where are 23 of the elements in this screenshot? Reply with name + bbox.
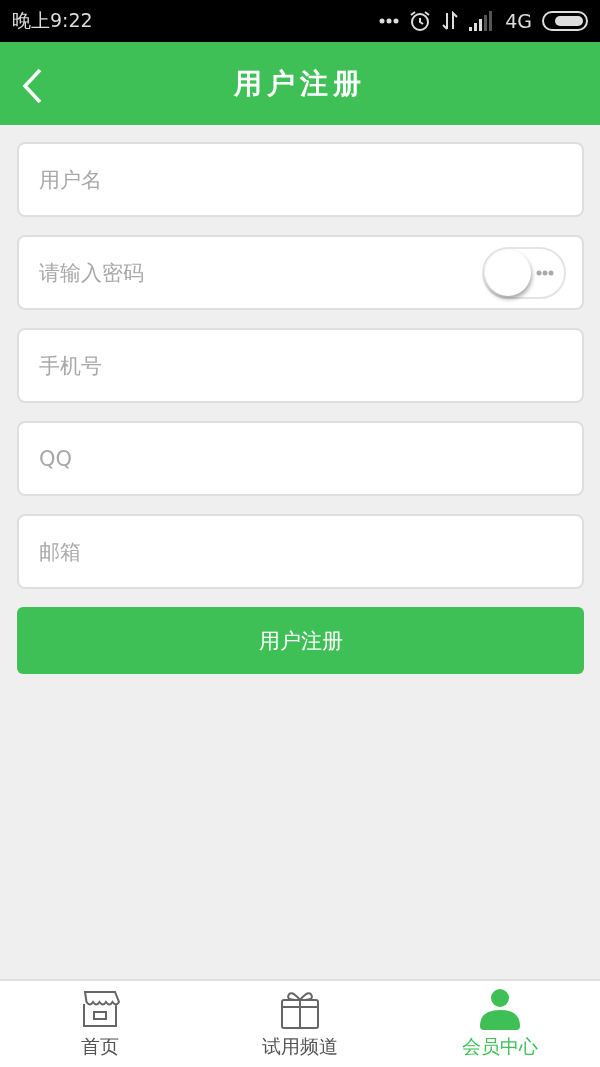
input-field[interactable]: QQ (17, 421, 584, 496)
user-icon (478, 988, 522, 1030)
input-field[interactable]: 请输入密码 (17, 235, 584, 310)
back-icon (22, 68, 42, 104)
input-field[interactable]: 手机号 (17, 328, 584, 403)
battery-icon (542, 11, 588, 31)
more-dots-icon (379, 18, 400, 24)
text-input[interactable]: 用户名 (37, 166, 564, 193)
password-toggle[interactable] (482, 246, 566, 299)
input-field[interactable]: 用户名 (17, 142, 584, 217)
network-label: 4G (505, 10, 532, 32)
nav-tab[interactable]: 首页 (0, 981, 200, 1067)
nav-tab[interactable]: 试用频道 (200, 981, 400, 1067)
page-title: 用户注册 (234, 65, 366, 102)
alarm-icon (409, 10, 432, 32)
text-input[interactable]: 请输入密码 (37, 259, 482, 286)
text-input[interactable]: 邮箱 (37, 538, 564, 565)
text-input[interactable]: 手机号 (37, 352, 564, 379)
status-time: 晚上9:22 (12, 8, 93, 33)
input-field[interactable]: 邮箱 (17, 514, 584, 589)
dots-icon (536, 269, 554, 276)
data-arrows-icon (441, 11, 460, 31)
text-input[interactable]: QQ (37, 445, 564, 472)
